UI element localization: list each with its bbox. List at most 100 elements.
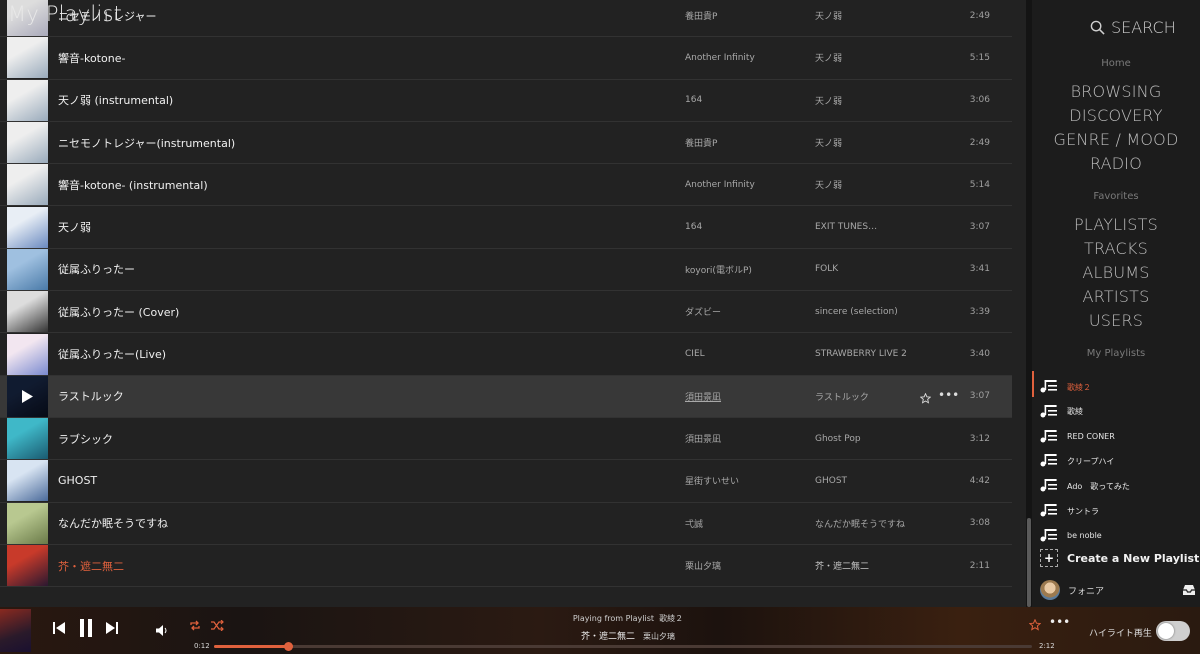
nav-browsing[interactable]: BROWSING <box>1032 82 1200 101</box>
progress-handle[interactable] <box>284 642 293 651</box>
track-row[interactable]: 従属ふりったー koyori(電ボルP) FOLK 3:41 <box>0 248 1012 292</box>
track-row[interactable]: GHOST 星街すいせい GHOST 4:42 <box>0 460 1012 503</box>
track-album[interactable]: 天ノ弱 <box>815 178 842 191</box>
sidebar-playlist-item[interactable]: クリープハイ <box>1040 450 1200 472</box>
track-row[interactable]: ラブシック 須田景凪 Ghost Pop 3:12 <box>0 418 1012 461</box>
track-album[interactable]: 天ノ弱 <box>815 94 842 107</box>
highlight-play-toggle[interactable] <box>1156 621 1190 641</box>
inbox-icon[interactable] <box>1182 584 1196 596</box>
sidebar-playlist-item[interactable]: Ado 歌ってみた <box>1040 475 1200 497</box>
search-button[interactable]: SEARCH <box>1090 18 1176 37</box>
nav-albums[interactable]: ALBUMS <box>1032 263 1200 282</box>
track-album[interactable]: Ghost Pop <box>815 434 861 444</box>
album-art[interactable] <box>7 248 48 290</box>
track-artist[interactable]: Another Infinity <box>685 53 755 63</box>
track-title[interactable]: GHOST <box>58 474 97 487</box>
track-title[interactable]: 従属ふりったー(Live) <box>58 346 166 362</box>
track-album[interactable]: EXIT TUNES… <box>815 222 877 232</box>
sidebar-playlist-item[interactable]: 歌綾 <box>1040 401 1200 423</box>
track-title[interactable]: 天ノ弱 <box>58 219 91 235</box>
track-title[interactable]: 従属ふりったー (Cover) <box>58 304 179 320</box>
track-row[interactable]: 芥・遮二無二 栗山夕璃 芥・遮二無二 2:11 <box>0 545 1012 588</box>
album-art[interactable] <box>7 164 48 206</box>
track-artist[interactable]: 須田景凪 <box>685 390 721 403</box>
track-artist[interactable]: 星街すいせい <box>685 474 739 487</box>
track-artist[interactable]: 須田景凪 <box>685 432 721 445</box>
sidebar-playlist-item[interactable]: RED CONER <box>1040 426 1200 448</box>
track-album[interactable]: なんだか眠そうですね <box>815 517 905 530</box>
track-album[interactable]: 天ノ弱 <box>815 51 842 64</box>
track-album[interactable]: 芥・遮二無二 <box>815 559 869 572</box>
track-row[interactable]: なんだか眠そうですね 弌誠 なんだか眠そうですね 3:08 <box>0 502 1012 545</box>
track-artist[interactable]: 164 <box>685 222 702 232</box>
now-playing-title[interactable]: 芥・遮二無二 <box>581 632 635 642</box>
album-art[interactable] <box>7 333 48 375</box>
track-album[interactable]: FOLK <box>815 264 838 274</box>
nav-artists[interactable]: ARTISTS <box>1032 287 1200 306</box>
track-row[interactable]: 響音-kotone- (instrumental) Another Infinit… <box>0 164 1012 207</box>
nav-genre-mood[interactable]: GENRE / MOOD <box>1032 130 1200 149</box>
create-playlist-button[interactable]: + Create a New Playlist <box>1040 549 1199 567</box>
track-row[interactable]: ニセモノトレジャー(instrumental) 養田貴P 天ノ弱 2:49 <box>0 122 1012 165</box>
track-row[interactable]: 響音-kotone- Another Infinity 天ノ弱 5:15 <box>0 37 1012 80</box>
album-art[interactable] <box>7 545 48 586</box>
track-title[interactable]: 響音-kotone- <box>58 50 125 66</box>
progress-bar[interactable] <box>214 642 1032 651</box>
track-artist[interactable]: 養田貴P <box>685 136 717 149</box>
sidebar-playlist-item[interactable]: 歌綾２ <box>1032 371 1200 398</box>
album-art[interactable] <box>7 122 48 164</box>
track-artist[interactable]: ダズビー <box>685 305 721 318</box>
album-art[interactable] <box>7 37 48 79</box>
track-title[interactable]: ラブシック <box>58 431 113 447</box>
nav-radio[interactable]: RADIO <box>1032 154 1200 173</box>
track-artist[interactable]: 養田貴P <box>685 9 717 22</box>
star-icon[interactable] <box>919 389 932 408</box>
track-row[interactable]: ニセモノトレジャー 養田貴P 天ノ弱 2:49 <box>0 0 1012 38</box>
track-title[interactable]: 響音-kotone- (instrumental) <box>58 177 208 193</box>
track-title[interactable]: ニセモノトレジャー(instrumental) <box>58 135 235 151</box>
track-album[interactable]: GHOST <box>815 476 847 486</box>
track-artist[interactable]: koyori(電ボルP) <box>685 263 752 276</box>
user-profile[interactable]: フォニア <box>1040 580 1196 600</box>
track-title[interactable]: ラストルック <box>58 388 124 404</box>
track-album[interactable]: ラストルック <box>815 390 869 403</box>
more-options-icon[interactable]: ••• <box>938 388 959 402</box>
track-title[interactable]: なんだか眠そうですね <box>58 515 168 531</box>
sidebar-playlist-item[interactable]: be noble <box>1040 525 1200 547</box>
track-artist[interactable]: CIEL <box>685 349 705 359</box>
track-album[interactable]: 天ノ弱 <box>815 9 842 22</box>
now-playing-artist[interactable]: 栗山夕璃 <box>643 632 675 641</box>
nav-tracks[interactable]: TRACKS <box>1032 239 1200 258</box>
more-options-icon[interactable]: ••• <box>1049 615 1070 629</box>
play-icon[interactable] <box>7 375 48 417</box>
track-artist[interactable]: Another Infinity <box>685 180 755 190</box>
favorite-star-icon[interactable] <box>1029 619 1041 631</box>
album-art[interactable] <box>7 291 48 333</box>
track-album[interactable]: 天ノ弱 <box>815 136 842 149</box>
track-title[interactable]: 天ノ弱 (instrumental) <box>58 92 173 108</box>
track-title[interactable]: 従属ふりったー <box>58 261 135 277</box>
scrollbar-thumb[interactable] <box>1027 518 1031 607</box>
track-album[interactable]: STRAWBERRY LIVE 2 <box>815 349 907 359</box>
track-row[interactable]: 天ノ弱 164 EXIT TUNES… 3:07 <box>0 206 1012 249</box>
album-art[interactable] <box>7 418 48 460</box>
track-title[interactable]: 芥・遮二無二 <box>58 558 124 574</box>
playing-from-playlist[interactable]: 歌綾２ <box>659 614 683 623</box>
nav-users[interactable]: USERS <box>1032 311 1200 330</box>
album-art[interactable] <box>7 460 48 502</box>
album-art[interactable] <box>7 375 48 417</box>
track-row[interactable]: 従属ふりったー(Live) CIEL STRAWBERRY LIVE 2 3:40 <box>0 333 1012 376</box>
track-artist[interactable]: 弌誠 <box>685 517 703 530</box>
album-art[interactable] <box>7 502 48 544</box>
album-art[interactable] <box>7 206 48 248</box>
track-artist[interactable]: 栗山夕璃 <box>685 559 721 572</box>
track-artist[interactable]: 164 <box>685 95 702 105</box>
nav-playlists[interactable]: PLAYLISTS <box>1032 215 1200 234</box>
track-row[interactable]: 従属ふりったー (Cover) ダズビー sincere (selection) 3:… <box>0 291 1012 334</box>
track-album[interactable]: sincere (selection) <box>815 307 898 317</box>
album-art[interactable] <box>7 79 48 121</box>
nav-discovery[interactable]: DISCOVERY <box>1032 106 1200 125</box>
track-row[interactable]: ラストルック 須田景凪 ラストルック 3:07 ••• <box>0 375 1012 418</box>
sidebar-playlist-item[interactable]: サントラ <box>1040 500 1200 522</box>
track-row[interactable]: 天ノ弱 (instrumental) 164 天ノ弱 3:06 <box>0 79 1012 122</box>
